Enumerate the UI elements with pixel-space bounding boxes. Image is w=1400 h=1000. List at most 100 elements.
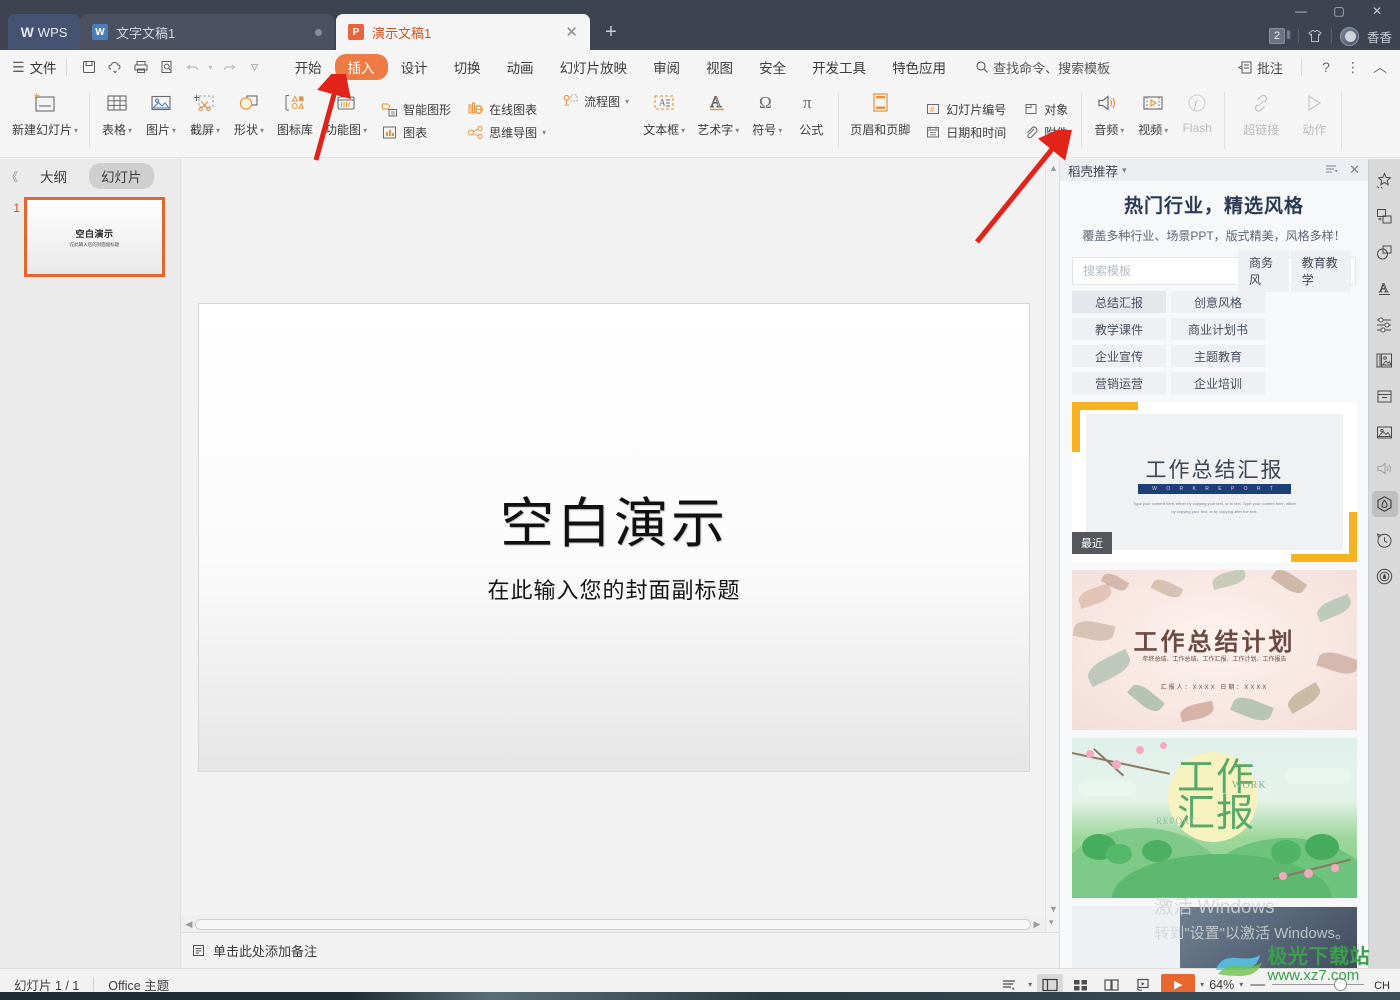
user-name[interactable]: 香香 [1367, 27, 1392, 46]
horizontal-scrollbar[interactable]: ◀ ▶ [181, 916, 1045, 932]
shapes-button[interactable]: 形状 ▾ [227, 84, 271, 157]
category-chip-courseware[interactable]: 教学课件 [1072, 318, 1166, 340]
effects-star-icon[interactable] [1372, 167, 1398, 193]
print-preview-icon[interactable] [154, 54, 180, 80]
category-chip-creative[interactable]: 创意风格 [1171, 291, 1265, 313]
screenshot-button[interactable]: 截屏 ▾ [183, 84, 227, 157]
table-button[interactable]: 表格 ▾ [95, 84, 139, 157]
ribbon-tab-slideshow[interactable]: 幻灯片放映 [547, 54, 641, 80]
picture-button[interactable]: 图片 ▾ [139, 84, 183, 157]
align-objects-icon[interactable] [1372, 203, 1398, 229]
slide-thumbnail[interactable]: 空白演示 在此输入您的封面副标题 [24, 197, 165, 277]
slide-title-placeholder[interactable]: 空白演示 [500, 479, 728, 558]
audio-button[interactable]: 音频 ▾ [1087, 84, 1131, 157]
wordart-button[interactable]: A 艺术字 ▾ [691, 84, 745, 157]
document-tab-presentation[interactable]: P 演示文稿1 ✕ [336, 14, 590, 50]
slide-canvas[interactable]: 空白演示 在此输入您的封面副标题 [199, 304, 1029, 771]
category-chip-marketing[interactable]: 营销运营 [1072, 372, 1166, 394]
scroll-track[interactable] [195, 918, 1031, 930]
collapse-panel-icon[interactable]: 《 [6, 168, 18, 185]
date-time-button[interactable]: 日期和时间 [918, 121, 1012, 144]
flowchart-button[interactable]: 流程图 ▾ [556, 90, 635, 113]
image-icon[interactable] [1372, 419, 1398, 445]
save-icon[interactable] [76, 54, 102, 80]
scroll-down-icon[interactable]: ▼ [1049, 904, 1058, 914]
equation-button[interactable]: π 公式 [789, 84, 833, 157]
more-options-icon[interactable]: ⋮ [1341, 55, 1365, 79]
undo-icon[interactable] [180, 54, 206, 80]
help-icon[interactable]: ? [1314, 55, 1338, 79]
ribbon-tab-review[interactable]: 审阅 [640, 54, 693, 80]
zoom-slider[interactable] [1272, 978, 1365, 991]
textbox-button[interactable]: A 文本框 ▾ [637, 84, 691, 157]
template-card-work-report-green[interactable]: 工作汇报 WORK REPORT [1072, 738, 1357, 898]
hamburger-menu-icon[interactable]: ☰ [12, 60, 25, 74]
cloud-sync-icon[interactable] [102, 54, 128, 80]
scroll-up-icon[interactable]: ▲ [1049, 163, 1058, 173]
wps-home-button[interactable]: W WPS [8, 14, 80, 50]
hexagon-badge-icon[interactable] [1371, 491, 1398, 517]
function-chart-button[interactable]: 功能图 ▾ [319, 84, 373, 157]
ribbon-tab-design[interactable]: 设计 [388, 54, 441, 80]
category-chip-business-plan[interactable]: 商业计划书 [1171, 318, 1265, 340]
template-search-bar[interactable]: 商务风 教育教学 [1072, 250, 1356, 292]
chart-button[interactable]: 图表 [375, 121, 457, 144]
scroll-right-icon[interactable]: ▶ [1031, 919, 1043, 930]
panel-tab-outline[interactable]: 大纲 [28, 163, 79, 189]
ribbon-tab-view[interactable]: 视图 [693, 54, 746, 80]
properties-sliders-icon[interactable] [1372, 311, 1398, 337]
print-icon[interactable] [128, 54, 154, 80]
text-style-icon[interactable]: A [1372, 275, 1398, 301]
category-chip-thematic-education[interactable]: 主题教育 [1171, 345, 1265, 367]
customize-quick-access-icon[interactable]: ▽ [242, 54, 268, 80]
online-chart-button[interactable]: 在线图表 [461, 98, 552, 121]
chevron-down-icon[interactable]: ▾ [1122, 165, 1127, 176]
file-menu-button[interactable]: 文件 [30, 57, 57, 77]
redo-icon[interactable] [216, 54, 242, 80]
minimize-button[interactable]: — [1284, 0, 1318, 22]
ribbon-tab-transition[interactable]: 切换 [441, 54, 494, 80]
collapse-ribbon-icon[interactable]: ︿ [1368, 55, 1392, 79]
close-tab-icon[interactable]: ✕ [565, 25, 578, 40]
ribbon-tab-insert[interactable]: 插入 [334, 54, 388, 80]
avatar[interactable] [1339, 26, 1359, 46]
symbol-button[interactable]: Ω 符号 ▾ [745, 84, 789, 157]
skin-shirt-icon[interactable] [1307, 29, 1323, 43]
account-circle-icon[interactable] [1372, 563, 1398, 589]
command-search[interactable]: 查找命令、搜索模板 [975, 58, 1110, 77]
attachment-button[interactable]: 附件 [1016, 121, 1074, 144]
shape-fill-icon[interactable] [1372, 239, 1398, 265]
notes-view-dropdown-icon[interactable]: ▾ [1028, 980, 1032, 989]
ribbon-tab-start[interactable]: 开始 [282, 54, 335, 80]
category-chip-summary-report[interactable]: 总结汇报 [1072, 291, 1166, 313]
ribbon-tab-developer[interactable]: 开发工具 [799, 54, 879, 80]
header-footer-button[interactable]: 页眉和页脚 [844, 84, 916, 157]
slideshow-dropdown-icon[interactable]: ▾ [1200, 980, 1204, 989]
close-window-button[interactable]: ✕ [1360, 0, 1394, 22]
zoom-slider-track[interactable] [1272, 978, 1365, 991]
undo-dropdown-icon[interactable]: ▾ [206, 54, 216, 80]
object-button[interactable]: 对象 [1016, 98, 1074, 121]
open-docs-counter[interactable]: 2 ⦀ [1269, 28, 1291, 44]
template-card-work-summary-report[interactable]: 工作总结汇报 W O R K R E P O R T Type your con… [1072, 402, 1357, 562]
close-icon[interactable]: ✕ [1349, 162, 1360, 178]
ribbon-tab-animation[interactable]: 动画 [494, 54, 547, 80]
filter-icon[interactable] [1325, 163, 1339, 178]
slide-subtitle-placeholder[interactable]: 在此输入您的封面副标题 [487, 573, 740, 605]
slide-number-button[interactable]: # 幻灯片编号 [918, 98, 1012, 121]
ribbon-tab-security[interactable]: 安全 [746, 54, 799, 80]
new-slide-button[interactable]: ✳ 新建幻灯片 ▾ [6, 84, 84, 157]
ribbon-tab-featured-apps[interactable]: 特色应用 [879, 54, 959, 80]
smartart-button[interactable]: 智能图形 [375, 98, 457, 121]
document-tab-writer[interactable]: W 文字文稿1 [80, 14, 334, 50]
search-chip-education[interactable]: 教育教学 [1290, 250, 1351, 292]
vertical-scrollbar[interactable]: ▲ ▼ ▾ [1045, 159, 1059, 940]
audio-volume-icon[interactable] [1372, 455, 1398, 481]
category-chip-corporate-promo[interactable]: 企业宣传 [1072, 345, 1166, 367]
template-card-work-summary-plan[interactable]: 工作总结计划 年终总结、工作总结、工作汇报、工作计划、工作报告 汇报人：XXXX… [1072, 570, 1357, 730]
category-chip-corporate-training[interactable]: 企业培训 [1171, 372, 1265, 394]
template-search-input[interactable] [1075, 264, 1238, 278]
video-button[interactable]: 视频 ▾ [1131, 84, 1175, 157]
box-archive-icon[interactable] [1372, 383, 1398, 409]
mindmap-button[interactable]: 思维导图 ▾ [461, 121, 552, 144]
